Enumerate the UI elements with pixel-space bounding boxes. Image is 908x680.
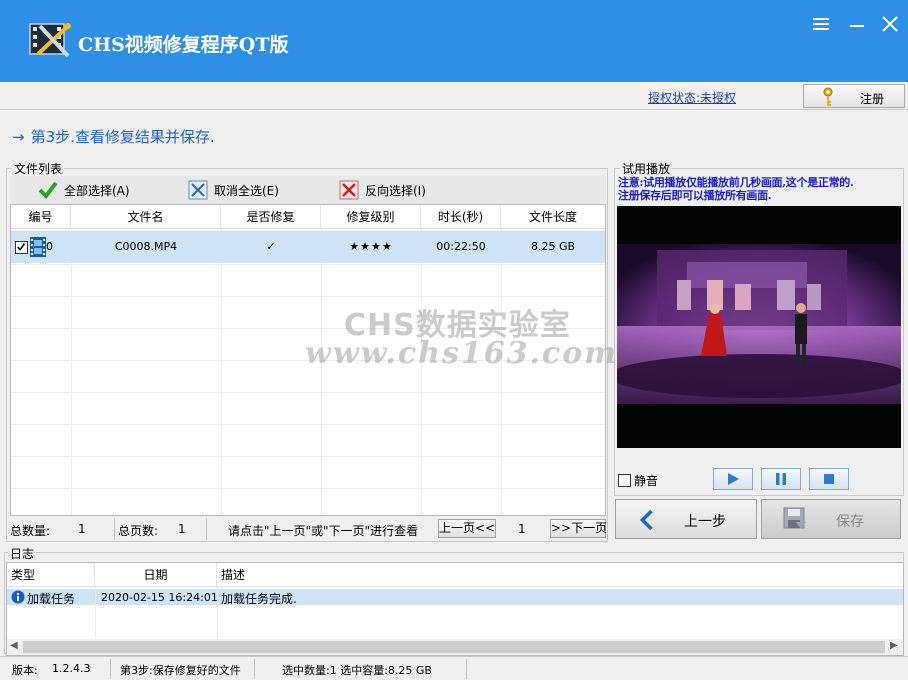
table-row[interactable]: 0 C0008.MP4 ✓ ★★★★ 00:22:50 8.25 GB [11,231,605,263]
version-value: 1.2.4.3 [52,662,91,675]
log-column-type[interactable]: 类型 [7,563,95,587]
info-icon [11,590,25,604]
column-header-repaired[interactable]: 是否修复 [221,205,321,229]
column-header-duration[interactable]: 时长(秒) [421,205,501,229]
log-date: 2020-02-15 16:24:01 [101,591,218,604]
save-label: 保存 [836,514,864,530]
row-index: 0 [46,240,53,253]
total-count: 1 [78,522,86,536]
register-button[interactable]: 注册 [803,84,905,108]
total-pages: 1 [178,522,186,536]
stop-icon [824,474,834,484]
deselect-all-button[interactable]: 取消全选(E) [188,179,279,201]
trial-notice: 注意:试用播放仅能播放前几秒画面,这个是正常的. 注册保存后即可以播放所有画面. [618,176,904,202]
next-page-button[interactable]: >>下一页 [550,519,607,538]
mute-checkbox[interactable]: 静音 [618,472,658,489]
file-toolbar: 全部选择(A) 取消全选(E) 反向选择(I) [10,176,606,204]
trial-notice-line2: 注册保存后即可以播放所有画面. [618,189,772,202]
video-repair-tools-icon [29,23,71,58]
row-filename: C0008.MP4 [114,240,178,253]
hamburger-icon [813,18,829,30]
status-step: 第3步:保存修复好的文件 [120,664,241,677]
license-bar: 授权状态:未授权 注册 [0,82,908,110]
scroll-left-icon[interactable]: ◀ [10,640,18,651]
pager: 总数量: 1 总页数: 1 请点击"上一页"或"下一页"进行查看 上一页<< 1… [6,518,608,540]
file-list-title: 文件列表 [12,160,65,177]
video-frame-image [617,206,901,448]
select-all-label: 全部选择(A) [64,183,130,198]
save-button[interactable]: 保存 [761,499,901,539]
row-duration: 00:22:50 [436,240,486,253]
log-column-date[interactable]: 日期 [95,563,217,587]
column-header-filename[interactable]: 文件名 [71,205,221,229]
scroll-right-icon[interactable]: ▶ [890,640,898,651]
minimize-button[interactable] [845,12,869,36]
log-row[interactable]: 加载任务 2020-02-15 16:24:01 加载任务完成. [7,589,903,606]
play-button[interactable] [713,468,753,490]
column-header-size[interactable]: 文件长度 [501,205,605,229]
row-size: 8.25 GB [530,240,576,253]
prev-page-button[interactable]: 上一页<< [438,519,496,538]
current-page: 1 [518,522,526,536]
invert-select-button[interactable]: 反向选择(I) [339,179,426,201]
mute-label: 静音 [634,474,659,488]
play-icon [728,473,739,485]
version-label: 版本: [12,664,38,677]
log-type: 加载任务 [27,592,76,606]
arrow-right-icon: → [12,128,25,146]
mute-checkbox-box[interactable] [618,474,631,487]
invert-x-icon [339,180,359,200]
deselect-icon [188,180,208,200]
pause-button[interactable] [761,468,801,490]
row-checkbox[interactable] [15,240,28,254]
trial-notice-line1: 注意:试用播放仅能播放前几秒画面,这个是正常的. [618,176,854,189]
log-title: 日志 [8,545,37,562]
prev-step-button[interactable]: 上一步 [615,499,757,539]
step-header-text: 第3步.查看修复结果并保存. [30,128,215,146]
log-column-desc[interactable]: 描述 [217,563,903,587]
stop-button[interactable] [809,468,849,490]
select-all-button[interactable]: 全部选择(A) [38,179,130,201]
row-index-cell: 0 [15,231,71,263]
status-selection: 选中数量:1 选中容量:8.25 GB [282,664,432,677]
register-label: 注册 [860,92,885,106]
license-status-link[interactable]: 授权状态:未授权 [648,89,736,106]
app-title: CHS视频修复程序QT版 [78,34,289,56]
scrollbar-thumb[interactable] [23,641,885,653]
checkmark-icon [38,181,58,200]
column-header-level[interactable]: 修复级别 [321,205,421,229]
total-count-label: 总数量: [10,524,51,538]
key-icon [823,87,833,106]
film-icon [30,237,46,257]
minimize-icon [850,25,864,27]
chevron-left-icon [639,509,653,531]
pager-hint: 请点击"上一页"或"下一页"进行查看 [228,524,419,538]
step-header: → 第3步.查看修复结果并保存. [12,126,215,147]
invert-select-label: 反向选择(I) [365,183,426,198]
pause-icon [776,473,786,485]
total-pages-label: 总页数: [118,524,159,538]
check-icon [17,242,26,251]
title-bar: CHS视频修复程序QT版 [0,0,908,82]
file-table: 编号 文件名 是否修复 修复级别 时长(秒) 文件长度 0 C0008.MP4 … [10,204,606,516]
close-button[interactable] [878,12,902,36]
preview-title: 试用播放 [620,160,673,177]
log-table-header: 类型 日期 描述 [7,563,903,587]
save-disk-icon [783,507,806,529]
close-icon [882,16,898,32]
log-table: 类型 日期 描述 加载任务 2020-02-15 16:24:01 加载任务完成… [6,562,904,656]
menu-button[interactable] [809,12,833,36]
prev-step-label: 上一步 [684,514,726,530]
status-bar: 版本: 1.2.4.3 第3步:保存修复好的文件 选中数量:1 选中容量:8.2… [0,656,908,680]
deselect-all-label: 取消全选(E) [214,183,279,198]
file-table-header: 编号 文件名 是否修复 修复级别 时长(秒) 文件长度 [11,205,605,229]
log-desc: 加载任务完成. [221,592,297,606]
row-level: ★★★★ [349,240,393,253]
log-horizontal-scrollbar[interactable]: ◀ ▶ [7,639,903,655]
video-preview[interactable] [617,206,901,448]
row-repaired: ✓ [266,240,276,253]
column-header-index[interactable]: 编号 [11,205,71,229]
